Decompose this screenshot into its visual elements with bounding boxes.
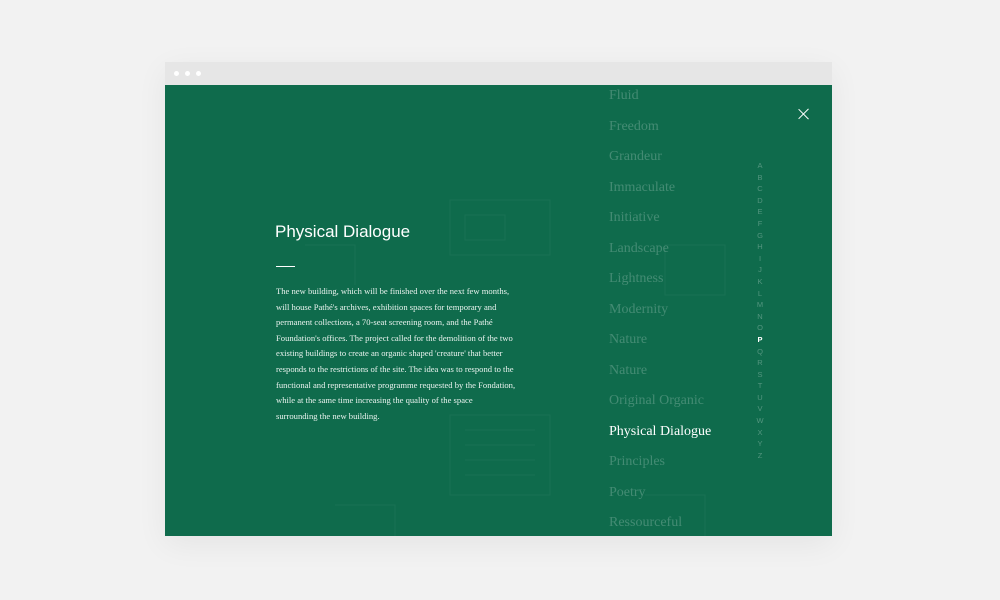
letter-link[interactable]: S — [755, 369, 765, 381]
term-item-active[interactable]: Physical Dialogue — [609, 424, 711, 440]
window-dot[interactable] — [185, 71, 190, 76]
letter-link[interactable]: F — [755, 218, 765, 230]
letter-link[interactable]: W — [755, 415, 765, 427]
letter-link-active[interactable]: P — [755, 334, 765, 346]
letter-link[interactable]: X — [755, 427, 765, 439]
term-item[interactable]: Grandeur — [609, 149, 662, 165]
letter-link[interactable]: L — [755, 288, 765, 300]
letter-link[interactable]: O — [755, 322, 765, 334]
letter-link[interactable]: E — [755, 206, 765, 218]
window-dot[interactable] — [196, 71, 201, 76]
term-item[interactable]: Nature — [609, 332, 647, 348]
term-item[interactable]: Lightness — [609, 271, 663, 287]
term-item[interactable]: Freedom — [609, 119, 659, 135]
letter-link[interactable]: I — [755, 253, 765, 265]
letter-link[interactable]: K — [755, 276, 765, 288]
letter-link[interactable]: J — [755, 264, 765, 276]
title-divider — [276, 266, 295, 267]
letter-link[interactable]: Z — [755, 450, 765, 462]
letter-link[interactable]: H — [755, 241, 765, 253]
close-icon[interactable] — [796, 106, 812, 122]
term-item[interactable]: Nature — [609, 363, 647, 379]
glossary-panel: Physical Dialogue The new building, whic… — [165, 85, 832, 536]
window-titlebar — [165, 62, 832, 85]
term-item[interactable]: Ressourceful — [609, 515, 682, 531]
letter-link[interactable]: D — [755, 195, 765, 207]
letter-link[interactable]: B — [755, 172, 765, 184]
letter-link[interactable]: V — [755, 403, 765, 415]
term-item[interactable]: Landscape — [609, 241, 669, 257]
letter-link[interactable]: G — [755, 230, 765, 242]
letter-link[interactable]: R — [755, 357, 765, 369]
letter-link[interactable]: T — [755, 380, 765, 392]
term-item[interactable]: Original Organic — [609, 393, 704, 409]
letter-link[interactable]: C — [755, 183, 765, 195]
alphabet-index: A B C D E F G H I J K L M N O P Q R S T … — [755, 160, 765, 461]
term-item[interactable]: Immaculate — [609, 180, 675, 196]
term-item[interactable]: Modernity — [609, 302, 668, 318]
letter-link[interactable]: U — [755, 392, 765, 404]
letter-link[interactable]: Q — [755, 346, 765, 358]
detail-description: The new building, which will be finished… — [276, 286, 516, 421]
window-dot[interactable] — [174, 71, 179, 76]
detail-title: Physical Dialogue — [275, 222, 411, 241]
term-item[interactable]: Fluid — [609, 88, 639, 104]
term-item[interactable]: Poetry — [609, 485, 646, 501]
letter-link[interactable]: N — [755, 311, 765, 323]
letter-link[interactable]: Y — [755, 438, 765, 450]
term-item[interactable]: Initiative — [609, 210, 660, 226]
term-item[interactable]: Principles — [609, 454, 665, 470]
letter-link[interactable]: A — [755, 160, 765, 172]
browser-window: Physical Dialogue The new building, whic… — [165, 62, 832, 536]
letter-link[interactable]: M — [755, 299, 765, 311]
